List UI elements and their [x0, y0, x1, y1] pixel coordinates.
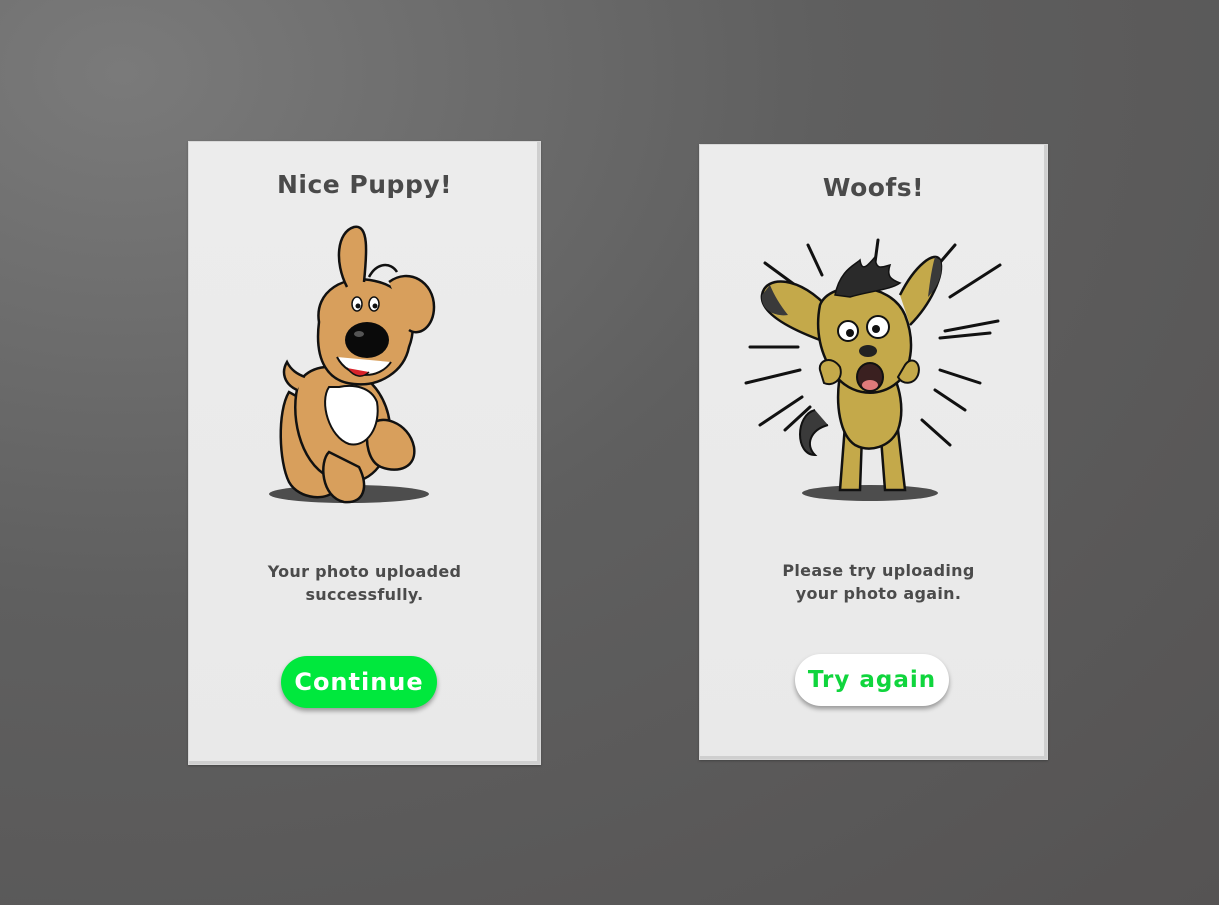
error-title: Woofs! [822, 173, 925, 202]
success-title: Nice Puppy! [276, 170, 453, 199]
continue-button[interactable]: Continue [281, 656, 437, 708]
error-card: Woofs! Please try uploading your photo a… [699, 144, 1048, 760]
error-message: Please try uploading your photo again. [782, 561, 975, 603]
scared-dog-icon [740, 235, 1010, 505]
try-again-button[interactable]: Try again [795, 654, 949, 706]
success-card: Nice Puppy! Your photo uploaded successf… [188, 141, 541, 765]
success-message: Your photo uploaded successfully. [267, 562, 462, 604]
happy-dog-icon [259, 212, 459, 512]
